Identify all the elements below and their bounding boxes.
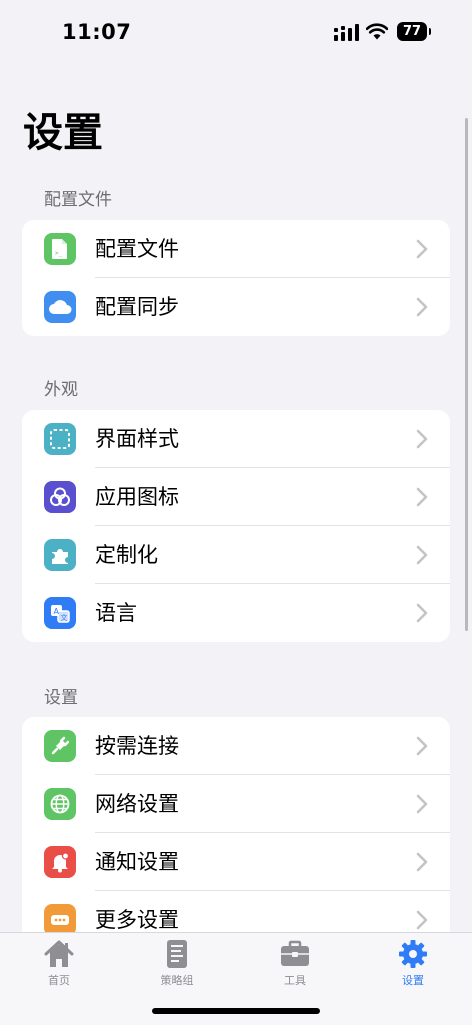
bell-icon — [44, 846, 76, 878]
chevron-right-icon — [416, 852, 428, 872]
interlocking-rings-icon — [44, 481, 76, 513]
svg-text:>_: >_ — [55, 250, 63, 257]
row-label: 配置同步 — [95, 295, 179, 319]
dashed-square-icon — [44, 423, 76, 455]
row-app-icon[interactable]: 应用图标 — [22, 468, 450, 526]
chevron-right-icon — [416, 429, 428, 449]
tab-tools[interactable]: 工具 — [255, 939, 335, 988]
row-label: 应用图标 — [95, 485, 179, 509]
row-label: 配置文件 — [95, 237, 179, 261]
tab-label: 首页 — [48, 974, 70, 987]
status-bar: 11:07 77 — [0, 0, 472, 64]
tab-home[interactable]: 首页 — [19, 939, 99, 988]
strategy-doc-icon — [167, 940, 187, 968]
chevron-right-icon — [416, 794, 428, 814]
chevron-right-icon — [416, 297, 428, 317]
globe-icon — [44, 788, 76, 820]
cloud-icon — [44, 291, 76, 323]
cellular-signal-icon — [334, 24, 359, 41]
row-customization[interactable]: 定制化 — [22, 526, 450, 584]
tab-label: 工具 — [284, 974, 306, 987]
home-icon — [44, 940, 74, 967]
row-notification-settings[interactable]: 通知设置 — [22, 833, 450, 891]
section-header-profiles: 配置文件 — [44, 190, 112, 210]
svg-text:文: 文 — [61, 613, 68, 622]
tab-label: 设置 — [402, 974, 424, 987]
chevron-right-icon — [416, 239, 428, 259]
row-label: 界面样式 — [95, 427, 179, 451]
home-indicator[interactable] — [152, 1008, 320, 1014]
battery-indicator: 77 — [397, 22, 431, 41]
page-title: 设置 — [23, 110, 103, 156]
chevron-right-icon — [416, 910, 428, 930]
settings-group-profiles: >_ 配置文件 配置同步 — [22, 220, 450, 336]
more-icon — [44, 904, 76, 932]
row-label: 语言 — [95, 601, 137, 625]
row-label: 通知设置 — [95, 850, 179, 874]
chevron-right-icon — [416, 487, 428, 507]
chevron-right-icon — [416, 603, 428, 623]
svg-text:A: A — [54, 607, 60, 616]
row-label: 按需连接 — [95, 734, 179, 758]
row-language[interactable]: A文 语言 — [22, 584, 450, 642]
status-time: 11:07 — [62, 20, 132, 44]
chevron-right-icon — [416, 545, 428, 565]
settings-group-settings: 按需连接 网络设置 通知设置 更多设置 — [22, 717, 450, 932]
section-header-appearance: 外观 — [44, 380, 78, 400]
row-label: 更多设置 — [95, 908, 179, 932]
tab-strategy-group[interactable]: 策略组 — [137, 939, 217, 988]
wifi-icon — [366, 23, 388, 40]
document-icon: >_ — [44, 233, 76, 265]
puzzle-icon — [44, 539, 76, 571]
scrollbar[interactable] — [465, 118, 468, 631]
settings-group-appearance: 界面样式 应用图标 定制化 A文 语言 — [22, 410, 450, 642]
gear-icon — [399, 940, 427, 968]
row-profile-files[interactable]: >_ 配置文件 — [22, 220, 450, 278]
row-label: 网络设置 — [95, 792, 179, 816]
chevron-right-icon — [416, 736, 428, 756]
tab-label: 策略组 — [160, 974, 194, 987]
row-network-settings[interactable]: 网络设置 — [22, 775, 450, 833]
plug-icon — [44, 730, 76, 762]
translate-icon: A文 — [44, 597, 76, 629]
row-label: 定制化 — [95, 543, 158, 567]
row-interface-style[interactable]: 界面样式 — [22, 410, 450, 468]
row-on-demand-connect[interactable]: 按需连接 — [22, 717, 450, 775]
row-profile-sync[interactable]: 配置同步 — [22, 278, 450, 336]
section-header-settings: 设置 — [44, 688, 78, 708]
tab-settings[interactable]: 设置 — [373, 939, 453, 988]
row-more-settings[interactable]: 更多设置 — [22, 891, 450, 932]
toolbox-icon — [281, 940, 309, 966]
